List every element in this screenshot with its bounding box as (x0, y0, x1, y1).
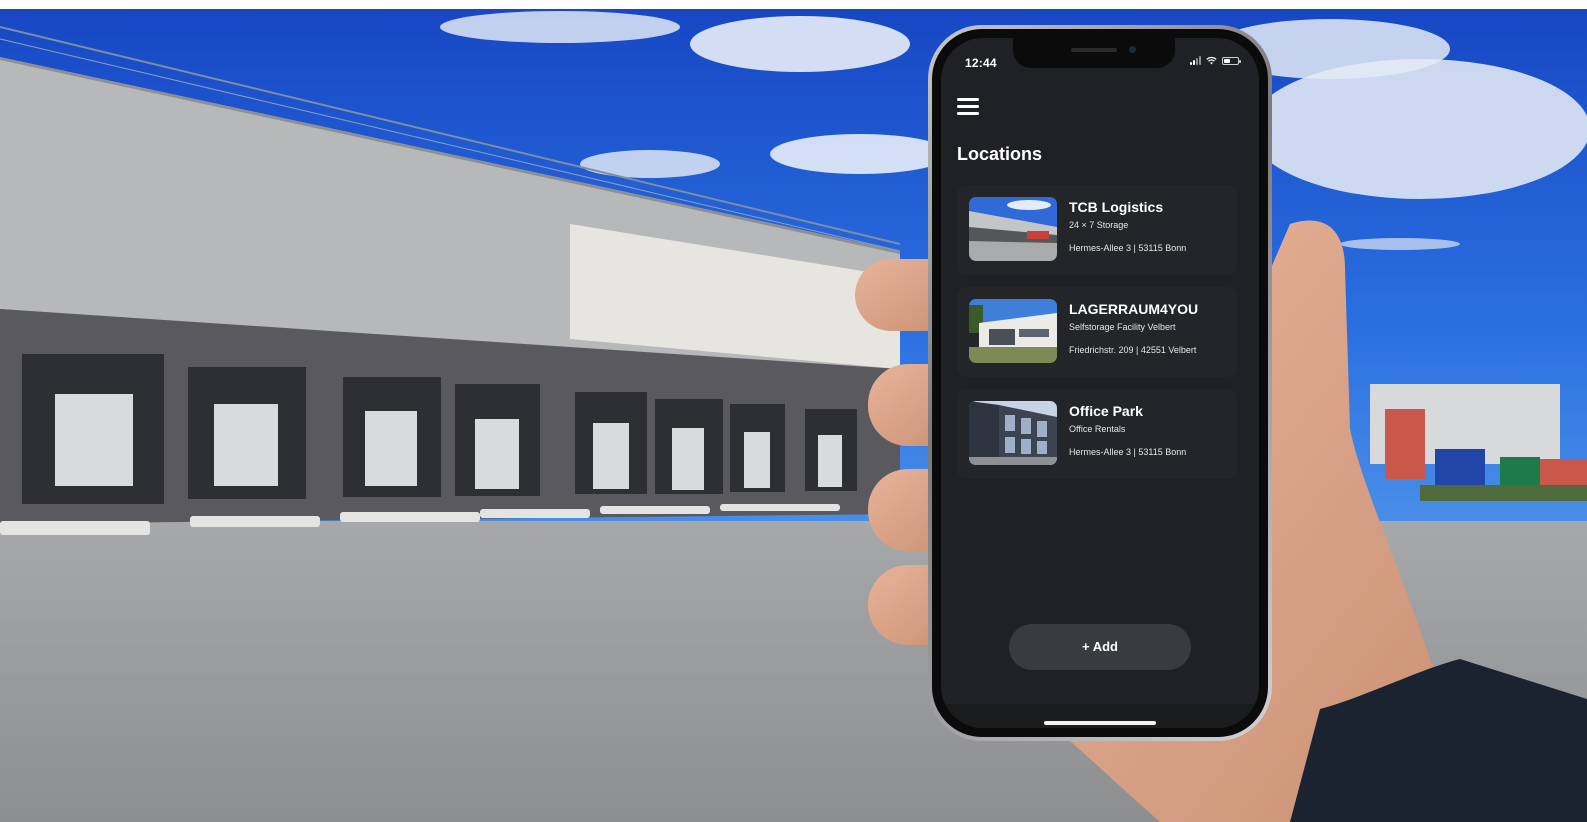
cellular-signal-icon (1190, 56, 1201, 65)
warehouse-background-photo (0, 9, 1587, 822)
smartphone: 12:44 Locations TCB Logistics 24 × 7 Sto… (928, 25, 1272, 741)
phone-screen: 12:44 Locations TCB Logistics 24 × 7 Sto… (941, 38, 1259, 728)
location-card[interactable]: Office Park Office Rentals Hermes-Allee … (957, 389, 1237, 479)
location-subtitle: Office Rentals (1069, 424, 1126, 434)
location-address: Hermes-Allee 3 | 53115 Bonn (1069, 243, 1187, 253)
battery-icon (1222, 56, 1241, 65)
locations-list: TCB Logistics 24 × 7 Storage Hermes-Alle… (957, 185, 1237, 491)
phone-bezel: 12:44 Locations TCB Logistics 24 × 7 Sto… (932, 29, 1268, 737)
home-indicator[interactable] (1044, 721, 1156, 725)
warehouse-thumbnail (969, 197, 1057, 261)
background-scene (0, 9, 1587, 822)
wifi-icon (1206, 56, 1217, 65)
location-address: Friedrichstr. 209 | 42551 Velbert (1069, 345, 1197, 355)
front-camera-icon (1129, 46, 1136, 53)
notch (1013, 38, 1175, 68)
location-name: LAGERRAUM4YOU (1069, 301, 1199, 317)
location-name: Office Park (1069, 403, 1143, 419)
page-title: Locations (957, 144, 1043, 164)
location-subtitle: Selfstorage Facility Velbert (1069, 322, 1176, 332)
status-time: 12:44 (965, 56, 997, 70)
location-address: Hermes-Allee 3 | 53115 Bonn (1069, 447, 1187, 457)
location-card[interactable]: TCB Logistics 24 × 7 Storage Hermes-Alle… (957, 185, 1237, 275)
location-name: TCB Logistics (1069, 199, 1164, 215)
add-location-button[interactable]: + Add (1009, 624, 1191, 670)
location-subtitle: 24 × 7 Storage (1069, 220, 1129, 230)
storage-building-thumbnail (969, 299, 1057, 363)
office-building-thumbnail (969, 401, 1057, 465)
hamburger-menu-icon[interactable] (957, 98, 979, 116)
location-card[interactable]: LAGERRAUM4YOU Selfstorage Facility Velbe… (957, 287, 1237, 377)
speaker-icon (1071, 48, 1117, 52)
status-icons (1190, 56, 1241, 65)
